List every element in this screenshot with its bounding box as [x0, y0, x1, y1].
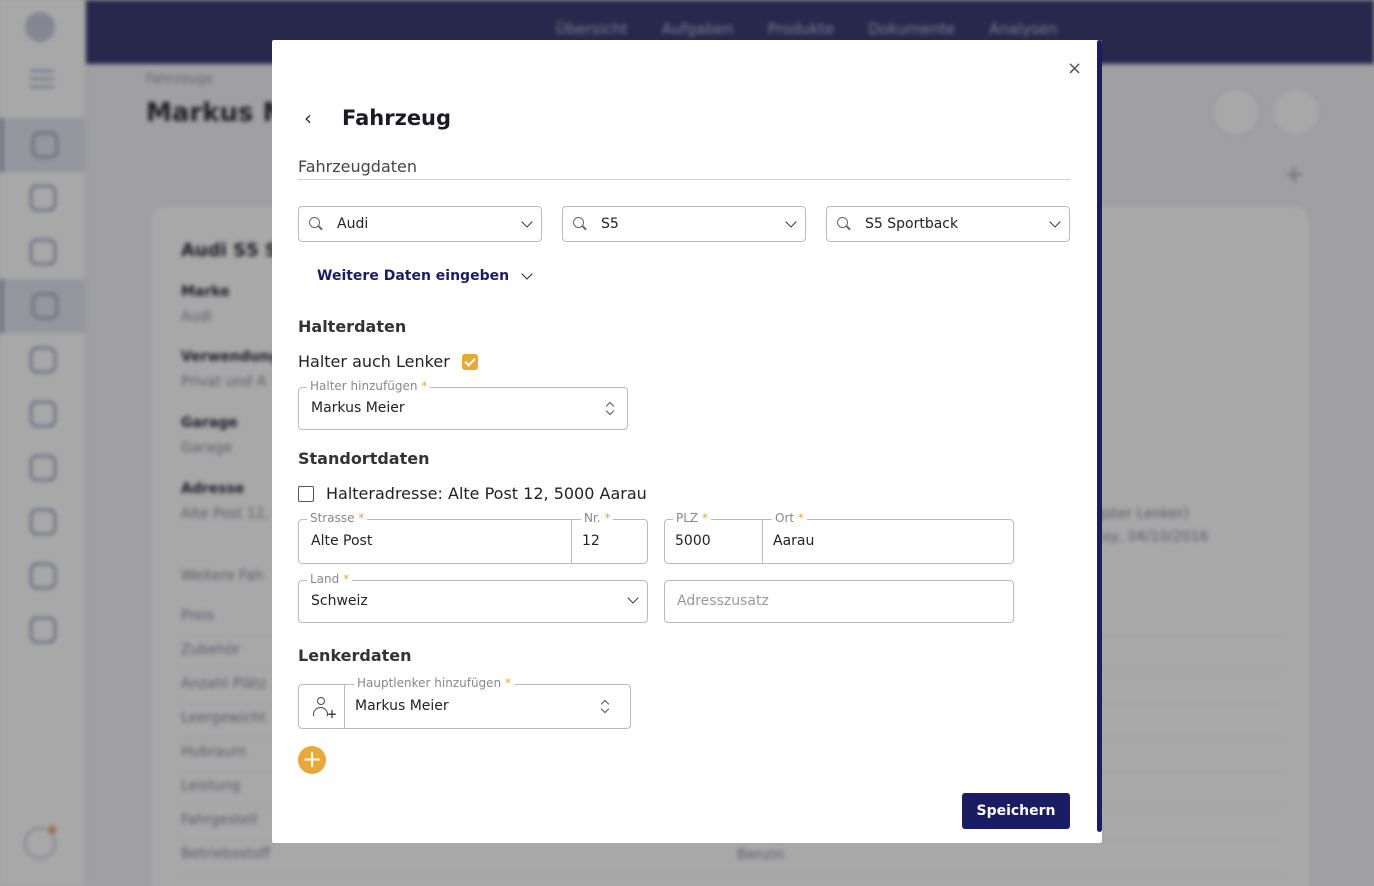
number-input[interactable]: 12: [582, 533, 600, 549]
save-button[interactable]: Speichern: [962, 793, 1070, 829]
field-divider: [762, 520, 763, 563]
holder-address-row: Halteradresse: Alte Post 12, 5000 Aarau: [298, 484, 647, 503]
brand-select[interactable]: Audi: [298, 206, 542, 242]
field-divider: [344, 685, 345, 728]
chevron-down-icon: [521, 216, 533, 228]
section-location-data: Standortdaten: [298, 449, 430, 468]
holder-select[interactable]: Halter hinzufügen * Markus Meier: [298, 379, 628, 430]
modal-title: Fahrzeug: [342, 106, 452, 130]
chevron-down-icon: [785, 216, 797, 228]
country-label: Land *: [307, 572, 353, 586]
vehicle-modal: × ‹ Fahrzeug Fahrzeugdaten Audi S5 S5 Sp…: [272, 40, 1102, 843]
holder-is-driver-checkbox[interactable]: [461, 353, 478, 370]
chevron-down-icon: [1049, 216, 1061, 228]
main-driver-label: Hauptlenker hinzufügen *: [354, 676, 514, 690]
field-divider: [571, 520, 572, 563]
section-driver-data: Lenkerdaten: [298, 646, 412, 665]
address-extra-placeholder: Adresszusatz: [677, 593, 769, 609]
divider: [298, 179, 1070, 180]
add-person-icon[interactable]: +: [313, 697, 337, 721]
street-number-group: Strasse * Alte Post Nr. * 12: [298, 511, 648, 564]
holder-is-driver-row: Halter auch Lenker: [298, 352, 478, 371]
zip-input[interactable]: 5000: [675, 533, 711, 549]
holder-field-label: Halter hinzufügen *: [307, 379, 431, 393]
city-input[interactable]: Aarau: [773, 533, 814, 549]
section-vehicle-data: Fahrzeugdaten: [298, 157, 418, 176]
close-icon[interactable]: ×: [1067, 58, 1082, 79]
holder-value: Markus Meier: [311, 400, 405, 416]
zip-city-group: PLZ * 5000 Ort * Aarau: [664, 511, 1014, 564]
chevron-down-icon: [627, 592, 639, 604]
back-icon[interactable]: ‹: [304, 106, 312, 130]
holder-address-checkbox[interactable]: [298, 485, 314, 502]
search-icon: [837, 217, 851, 231]
city-label: Ort *: [772, 511, 807, 525]
holder-is-driver-label: Halter auch Lenker: [298, 352, 450, 371]
search-icon: [309, 217, 323, 231]
holder-address-label: Halteradresse: Alte Post 12, 5000 Aarau: [326, 484, 647, 503]
address-extra-input[interactable]: Adresszusatz: [664, 580, 1014, 623]
model-select[interactable]: S5: [562, 206, 806, 242]
more-data-label: Weitere Daten eingeben: [317, 268, 510, 284]
model-value: S5: [601, 216, 619, 232]
variant-select[interactable]: S5 Sportback: [826, 206, 1070, 242]
variant-value: S5 Sportback: [865, 216, 959, 232]
zip-label: PLZ *: [673, 511, 711, 525]
main-driver-select[interactable]: + Hauptlenker hinzufügen * Markus Meier: [298, 676, 631, 729]
street-label: Strasse *: [307, 511, 368, 525]
modal-scrollbar[interactable]: [1097, 40, 1102, 832]
section-holder-data: Halterdaten: [298, 317, 407, 336]
number-label: Nr. *: [581, 511, 614, 525]
more-data-link[interactable]: Weitere Daten eingeben: [317, 268, 533, 284]
add-driver-button[interactable]: +: [298, 746, 326, 774]
brand-value: Audi: [337, 216, 369, 232]
search-icon: [573, 217, 587, 231]
main-driver-value: Markus Meier: [355, 698, 449, 714]
country-value: Schweiz: [311, 593, 368, 609]
country-select[interactable]: Land * Schweiz: [298, 572, 648, 623]
updown-icon: [601, 701, 609, 713]
chevron-down-icon: [521, 268, 533, 280]
updown-icon: [606, 403, 614, 415]
street-input[interactable]: Alte Post: [311, 533, 372, 549]
